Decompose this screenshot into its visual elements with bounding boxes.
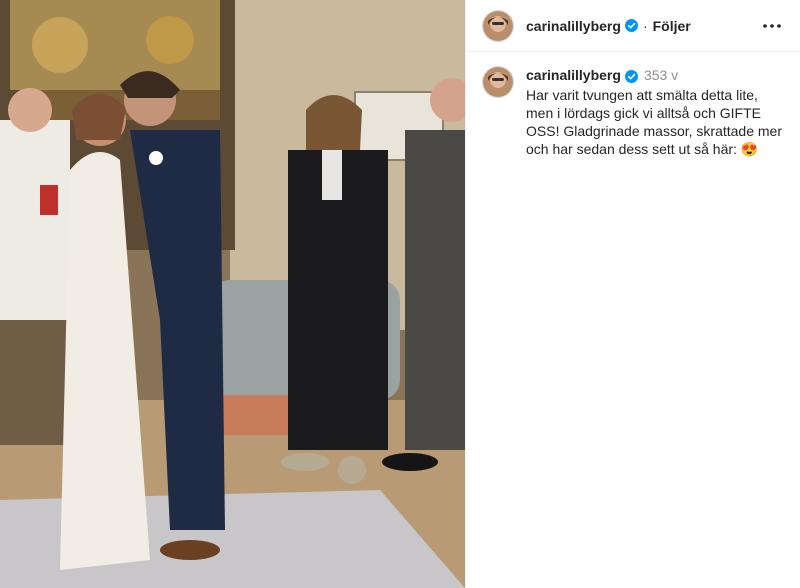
caption-body: carinalillyberg 353 v Har varit tvungen …: [526, 66, 784, 158]
following-button[interactable]: Följer: [653, 18, 691, 34]
verified-badge-icon: [624, 19, 638, 32]
post-timestamp[interactable]: 353 v: [644, 66, 678, 84]
separator-dot: ·: [642, 17, 648, 34]
caption-text: Har varit tvungen att smälta detta lite,…: [526, 87, 782, 157]
username-link[interactable]: carinalillyberg: [526, 18, 621, 34]
post-sidebar: carinalillyberg · Följer carinalillyberg…: [465, 0, 800, 588]
post-header: carinalillyberg · Följer: [466, 0, 800, 52]
instagram-post: carinalillyberg · Följer carinalillyberg…: [0, 0, 800, 588]
post-photo[interactable]: [0, 0, 465, 588]
caption-username-link[interactable]: carinalillyberg: [526, 66, 621, 84]
caption-block: carinalillyberg 353 v Har varit tvungen …: [466, 52, 800, 158]
caption-avatar-image: [483, 67, 513, 97]
avatar-image: [483, 10, 513, 41]
caption-avatar[interactable]: [482, 66, 514, 98]
wedding-photo-image: [0, 0, 465, 588]
avatar[interactable]: [482, 9, 514, 42]
more-options-icon[interactable]: [760, 14, 784, 38]
caption-header: carinalillyberg 353 v: [526, 66, 784, 84]
verified-badge-icon: [624, 69, 638, 83]
